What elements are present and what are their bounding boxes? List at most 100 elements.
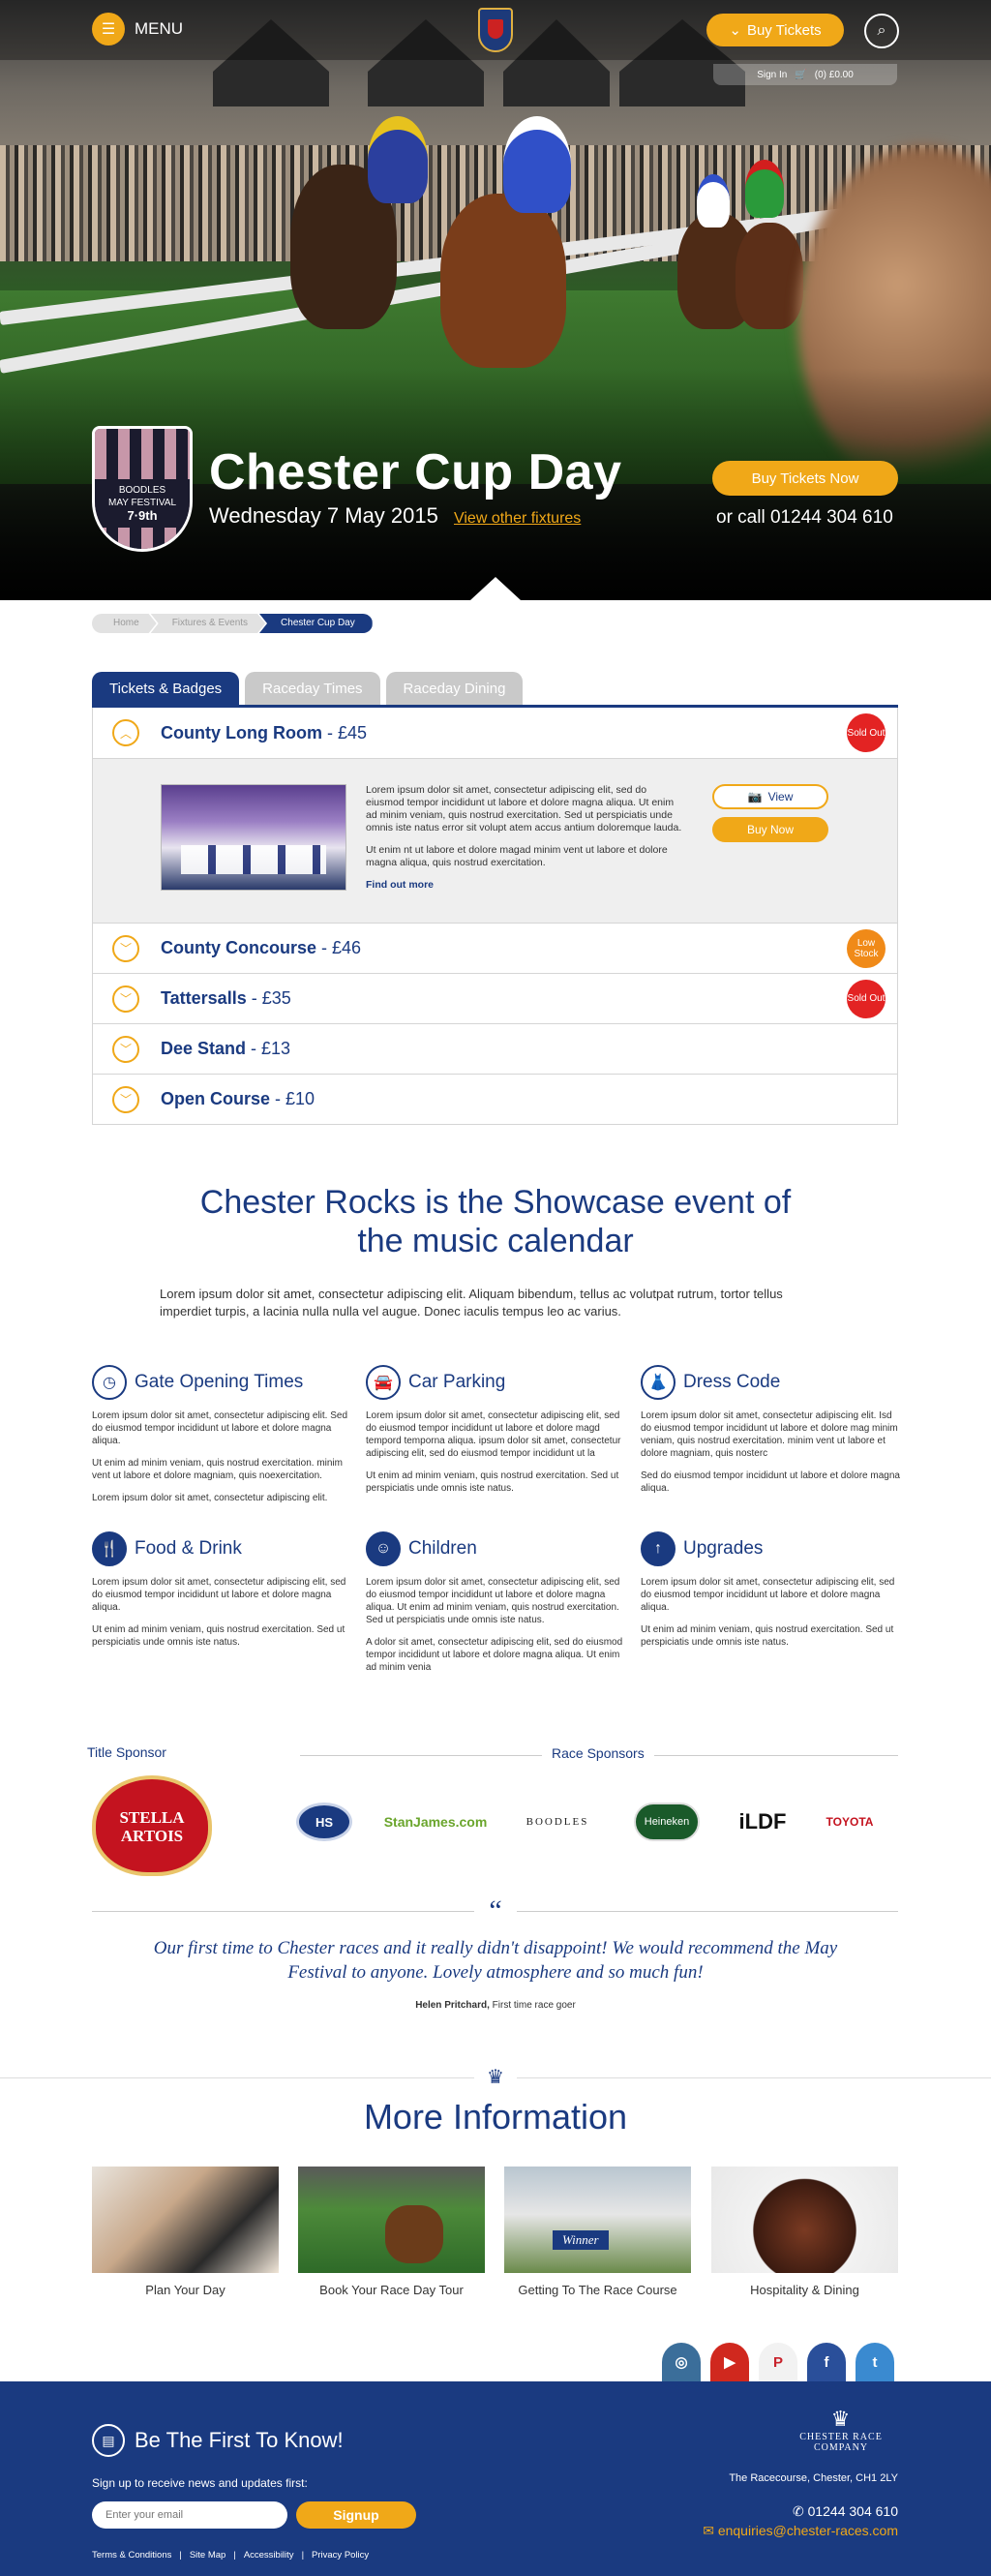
enclosure-row[interactable]: ﹀ Tattersalls - £35 Sold Out (93, 973, 897, 1023)
more-information-heading: More Information (363, 2097, 628, 2137)
stanjames-sponsor-logo[interactable]: StanJames.com (384, 1803, 488, 1841)
crown-icon: ♛ (830, 2407, 852, 2431)
info-title: Upgrades (683, 1538, 764, 1559)
enclosure-row[interactable]: ︿ County Long Room - £45 Sold Out (93, 708, 897, 758)
buy-now-button[interactable]: Buy Now (712, 817, 828, 842)
hs-sponsor-logo[interactable]: HS (296, 1803, 352, 1841)
pinterest-icon[interactable]: P (759, 2343, 797, 2381)
phone-number[interactable]: 01244 304 610 (808, 2503, 898, 2519)
facebook-icon[interactable]: f (807, 2343, 846, 2381)
find-out-more-link[interactable]: Find out more (366, 879, 434, 891)
enclosure-price: - £13 (246, 1039, 291, 1058)
county-long-room-photo (161, 784, 346, 891)
enclosure-name: Dee Stand (161, 1039, 247, 1058)
breadcrumb-home[interactable]: Home (92, 614, 157, 633)
hamburger-icon: ☰ (92, 13, 125, 45)
menu-button[interactable]: ☰ MENU (92, 13, 183, 45)
boodles-sponsor-logo[interactable]: BOODLES (513, 1803, 602, 1841)
enclosure-name: County Long Room (161, 722, 322, 742)
event-date: Wednesday 7 May 2015 View other fixtures (209, 503, 581, 529)
basket-total[interactable]: (0) £0.00 (815, 70, 854, 80)
buy-tickets-dropdown[interactable]: ⌄ Buy Tickets (706, 14, 844, 46)
card-label: Book Your Race Day Tour (319, 2283, 464, 2297)
chevron-down-icon: ⌄ (729, 22, 741, 39)
tab-tickets-badges[interactable]: Tickets & Badges (92, 672, 240, 707)
info-children: ☺ Children Lorem ipsum dolor sit amet, co… (366, 1531, 627, 1683)
enclosure-row[interactable]: ﹀ Open Course - £10 (93, 1074, 897, 1124)
buy-tickets-now-button[interactable]: Buy Tickets Now (712, 461, 898, 496)
signin-link[interactable]: Sign In (757, 70, 787, 80)
phone-icon: ✆ (792, 2503, 808, 2519)
enclosure-name: Open Course (161, 1089, 271, 1108)
accessibility-link[interactable]: Accessibility (244, 2550, 294, 2561)
quote-icon: “ (474, 1896, 517, 1925)
chevron-down-icon[interactable]: ﹀ (112, 985, 139, 1013)
footer-heading: Be The First To Know! (135, 2428, 344, 2452)
chester-race-company-logo[interactable]: ♛ CHESTER RACE COMPANY (784, 2407, 898, 2453)
chevron-up-icon[interactable]: ︿ (112, 719, 139, 746)
crest-logo[interactable] (478, 8, 513, 52)
enclosure-row[interactable]: ﹀ County Concourse - £46 Low Stock (93, 923, 897, 973)
view-label: View (767, 790, 794, 803)
enclosure-name: County Concourse (161, 938, 317, 957)
info-text: Lorem ipsum dolor sit amet, consectetur … (92, 1493, 328, 1503)
envelope-icon: ✉ (703, 2523, 718, 2538)
boodles-festival-logo: BOODLES MAY FESTIVAL 7·9th (92, 426, 193, 552)
youtube-icon[interactable]: ▶ (710, 2343, 749, 2381)
car-icon: 🚘 (366, 1365, 401, 1400)
chevron-down-icon[interactable]: ﹀ (112, 934, 139, 962)
info-food-drink: 🍴 Food & Drink Lorem ipsum dolor sit amet… (92, 1531, 353, 1658)
site-map-link[interactable]: Site Map (190, 2550, 226, 2561)
card-hospitality-dining[interactable]: Hospitality & Dining (711, 2167, 898, 2297)
info-car-parking: 🚘 Car Parking Lorem ipsum dolor sit amet,… (366, 1365, 627, 1504)
footer-links: Terms & Conditions | Site Map | Accessibil… (92, 2550, 370, 2561)
signup-button[interactable]: Signup (296, 2501, 416, 2529)
info-text: Ut enim ad minim veniam, quis nostrud ex… (641, 1624, 894, 1648)
twitter-icon[interactable]: t (856, 2343, 894, 2381)
chevron-down-icon[interactable]: ﹀ (112, 1085, 139, 1113)
showcase-heading: Chester Rocks is the Showcase event of t… (199, 1184, 792, 1259)
info-title: Gate Opening Times (135, 1372, 304, 1392)
info-text: Lorem ipsum dolor sit amet, consectetur … (92, 1410, 348, 1446)
info-title: Children (408, 1538, 477, 1559)
clock-icon: ◷ (92, 1365, 127, 1400)
status-badge: Sold Out (847, 713, 886, 752)
enclosure-name: Tattersalls (161, 988, 247, 1008)
testimonial-author: Helen Pritchard, First time race goer (145, 2000, 846, 2011)
author-role: First time race goer (489, 2000, 576, 2011)
footer-phone: ✆ 01244 304 610 (677, 2503, 898, 2520)
view-other-fixtures-link[interactable]: View other fixtures (454, 510, 581, 527)
card-plan-your-day[interactable]: Plan Your Day (92, 2167, 279, 2297)
terms-link[interactable]: Terms & Conditions (92, 2550, 171, 2561)
basket-icon[interactable]: 🛒 (795, 70, 806, 80)
status-badge: Low Stock (847, 928, 886, 968)
stella-artois-logo[interactable]: STELLA ARTOIS (92, 1775, 212, 1876)
info-gate-opening-times: ◷ Gate Opening Times Lorem ipsum dolor si… (92, 1365, 353, 1514)
winner-sign: Winner (553, 2230, 609, 2250)
breadcrumb-fixtures[interactable]: Fixtures & Events (151, 614, 265, 633)
ildf-sponsor-logo[interactable]: iLDF (734, 1803, 792, 1841)
search-icon[interactable]: ⌕ (864, 14, 899, 48)
title-sponsor-label: Title Sponsor (87, 1744, 166, 1760)
tab-raceday-dining[interactable]: Raceday Dining (385, 672, 524, 707)
tab-raceday-times[interactable]: Raceday Times (245, 672, 380, 707)
card-getting-to-race-course[interactable]: Winner Getting To The Race Course (504, 2167, 691, 2297)
enclosure-row[interactable]: ﹀ Dee Stand - £13 (93, 1023, 897, 1074)
chevron-down-icon[interactable]: ﹀ (112, 1035, 139, 1063)
breadcrumb-current: Chester Cup Day (259, 614, 373, 633)
email-link[interactable]: enquiries@chester-races.com (718, 2523, 898, 2538)
view-button[interactable]: 📷 View (712, 784, 828, 809)
menu-label: MENU (135, 19, 184, 38)
heineken-sponsor-logo[interactable]: Heineken (634, 1803, 700, 1841)
hospitality-dining-photo (711, 2167, 898, 2273)
info-title: Food & Drink (135, 1538, 242, 1559)
privacy-link[interactable]: Privacy Policy (312, 2550, 369, 2561)
toyota-sponsor-logo[interactable]: TOYOTA (818, 1803, 882, 1841)
instagram-icon[interactable]: ◎ (662, 2343, 701, 2381)
email-field[interactable] (92, 2501, 287, 2529)
card-race-day-tour[interactable]: Book Your Race Day Tour (298, 2167, 485, 2297)
enclosure-price: - £46 (316, 938, 362, 957)
info-text: Ut enim ad minim veniam, quis nostrud ex… (366, 1470, 619, 1494)
crown-icon: ♛ (474, 2065, 517, 2089)
card-label: Getting To The Race Course (518, 2283, 677, 2297)
